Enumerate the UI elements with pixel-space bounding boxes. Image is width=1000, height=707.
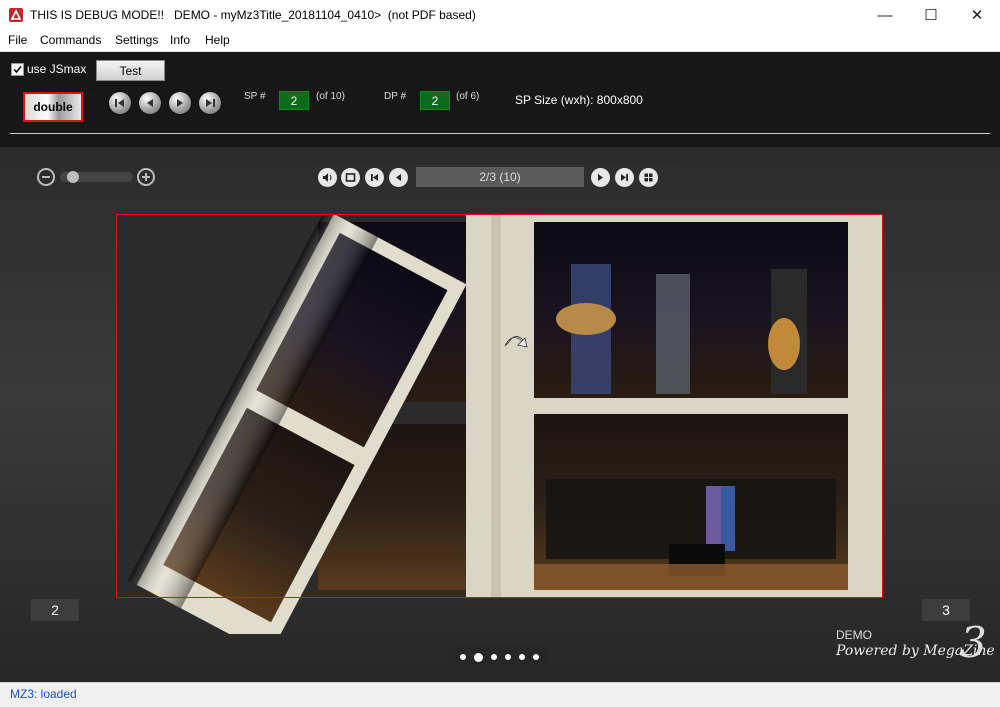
demo-label: DEMO	[836, 628, 872, 642]
test-button[interactable]: Test	[96, 60, 165, 81]
dp-label: DP #	[384, 91, 407, 102]
arrow-left-icon	[396, 174, 401, 181]
pagination-dots[interactable]	[449, 647, 549, 667]
minus-icon	[42, 176, 50, 178]
book-selection-border	[116, 214, 883, 598]
last-page-button[interactable]	[199, 92, 221, 114]
next-page-button[interactable]	[169, 92, 191, 114]
pagination-dot[interactable]	[490, 654, 497, 660]
pagination-dot[interactable]	[504, 654, 511, 660]
first-page-button[interactable]	[109, 92, 131, 114]
play-icon	[177, 99, 183, 107]
menu-info[interactable]: Info	[170, 33, 190, 47]
sp-total: (of 10)	[316, 91, 345, 102]
zoom-out-button[interactable]	[37, 168, 55, 186]
maximize-button[interactable]: ☐	[908, 0, 954, 30]
zoom-in-button[interactable]	[137, 168, 155, 186]
sp-size-text: SP Size (wxh): 800x800	[515, 93, 643, 107]
skip-start-icon	[115, 99, 124, 107]
menu-settings[interactable]: Settings	[115, 33, 158, 47]
pagination-dot[interactable]	[473, 652, 483, 662]
window-title: THIS IS DEBUG MODE!! DEMO - myMz3Title_2…	[30, 8, 476, 22]
page-indicator[interactable]: 2/3 (10)	[416, 167, 584, 187]
use-jsmax-label: use JSmax	[27, 62, 87, 76]
use-jsmax-checkbox[interactable]	[11, 63, 24, 76]
app-icon	[9, 8, 23, 22]
title-bar: THIS IS DEBUG MODE!! DEMO - myMz3Title_2…	[0, 0, 1000, 30]
status-bar: MZ3: loaded	[0, 682, 1000, 707]
pagination-dot[interactable]	[518, 654, 525, 660]
double-button[interactable]: double	[23, 92, 83, 122]
status-text: MZ3: loaded	[10, 687, 77, 701]
dp-total: (of 6)	[456, 91, 480, 102]
sp-number-field[interactable]: 2	[279, 91, 309, 110]
sound-button[interactable]	[318, 168, 337, 187]
fullscreen-icon	[345, 173, 356, 182]
skip-end-icon	[621, 174, 628, 181]
sp-label: SP #	[244, 91, 266, 102]
nav-last-button[interactable]	[615, 168, 634, 187]
nav-first-button[interactable]	[365, 168, 384, 187]
skip-start-icon	[371, 174, 378, 181]
skip-end-icon	[206, 99, 215, 107]
checkmark-icon	[13, 66, 22, 74]
plus-icon	[142, 173, 150, 181]
menu-help[interactable]: Help	[205, 33, 230, 47]
nav-prev-button[interactable]	[389, 168, 408, 187]
menu-bar: File Commands Settings Info Help	[0, 30, 1000, 52]
divider	[10, 133, 990, 134]
pagination-dot[interactable]	[459, 654, 466, 660]
menu-file[interactable]: File	[8, 33, 27, 47]
arrow-right-icon	[598, 174, 603, 181]
overview-button[interactable]	[639, 168, 658, 187]
speaker-icon	[323, 173, 332, 182]
megazine-logo: 3	[960, 618, 987, 667]
nav-next-button[interactable]	[591, 168, 610, 187]
menu-commands[interactable]: Commands	[40, 33, 101, 47]
pagination-dot[interactable]	[532, 654, 539, 660]
prev-page-button[interactable]	[139, 92, 161, 114]
minimize-button[interactable]: —	[862, 0, 908, 30]
close-button[interactable]: ✕	[954, 0, 1000, 30]
fullscreen-button[interactable]	[341, 168, 360, 187]
play-back-icon	[147, 99, 153, 107]
grid-icon	[644, 173, 653, 182]
left-page-number[interactable]: 2	[31, 599, 79, 621]
dp-number-field[interactable]: 2	[420, 91, 450, 110]
